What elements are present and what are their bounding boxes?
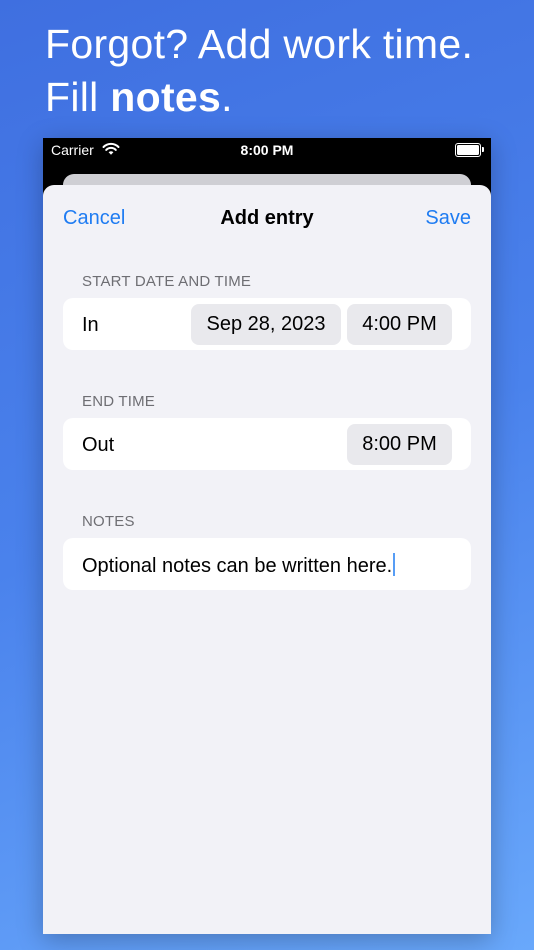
notes-text: Optional notes can be written here. [82, 555, 393, 577]
add-entry-sheet: Cancel Add entry Save START DATE AND TIM… [43, 185, 491, 934]
start-row-label: In [82, 314, 99, 336]
notes-text-wrap: Optional notes can be written here. [82, 553, 396, 578]
end-row-label: Out [82, 434, 115, 456]
start-time-picker[interactable]: 4:00 PM [347, 304, 452, 345]
promo-headline: Forgot? Add work time. Fill notes. [45, 18, 473, 124]
end-time-picker[interactable]: 8:00 PM [347, 424, 452, 465]
headline-line-1: Forgot? Add work time. [45, 21, 474, 67]
status-bar: Carrier 8:00 PM [43, 138, 491, 162]
start-row: In Sep 28, 2023 4:00 PM [63, 298, 471, 350]
end-section-header: END TIME [82, 393, 155, 410]
headline-line-2-prefix: Fill [45, 74, 111, 120]
headline-line-2: Fill notes. [45, 71, 473, 124]
headline-emphasis: notes [110, 74, 222, 120]
text-cursor [393, 553, 396, 576]
start-date-picker[interactable]: Sep 28, 2023 [191, 304, 341, 345]
notes-section-header: NOTES [82, 513, 135, 530]
battery-icon [455, 143, 484, 157]
phone-screen: Carrier 8:00 PM Cancel Add entry Save ST… [43, 138, 491, 934]
notes-field[interactable]: Optional notes can be written here. [63, 538, 471, 590]
save-button[interactable]: Save [425, 207, 471, 230]
nav-bar: Cancel Add entry Save [43, 185, 491, 249]
headline-line-2-suffix: . [221, 74, 233, 120]
start-section-header: START DATE AND TIME [82, 273, 252, 290]
nav-title: Add entry [220, 207, 314, 229]
end-row: Out 8:00 PM [63, 418, 471, 470]
status-time: 8:00 PM [240, 142, 294, 158]
